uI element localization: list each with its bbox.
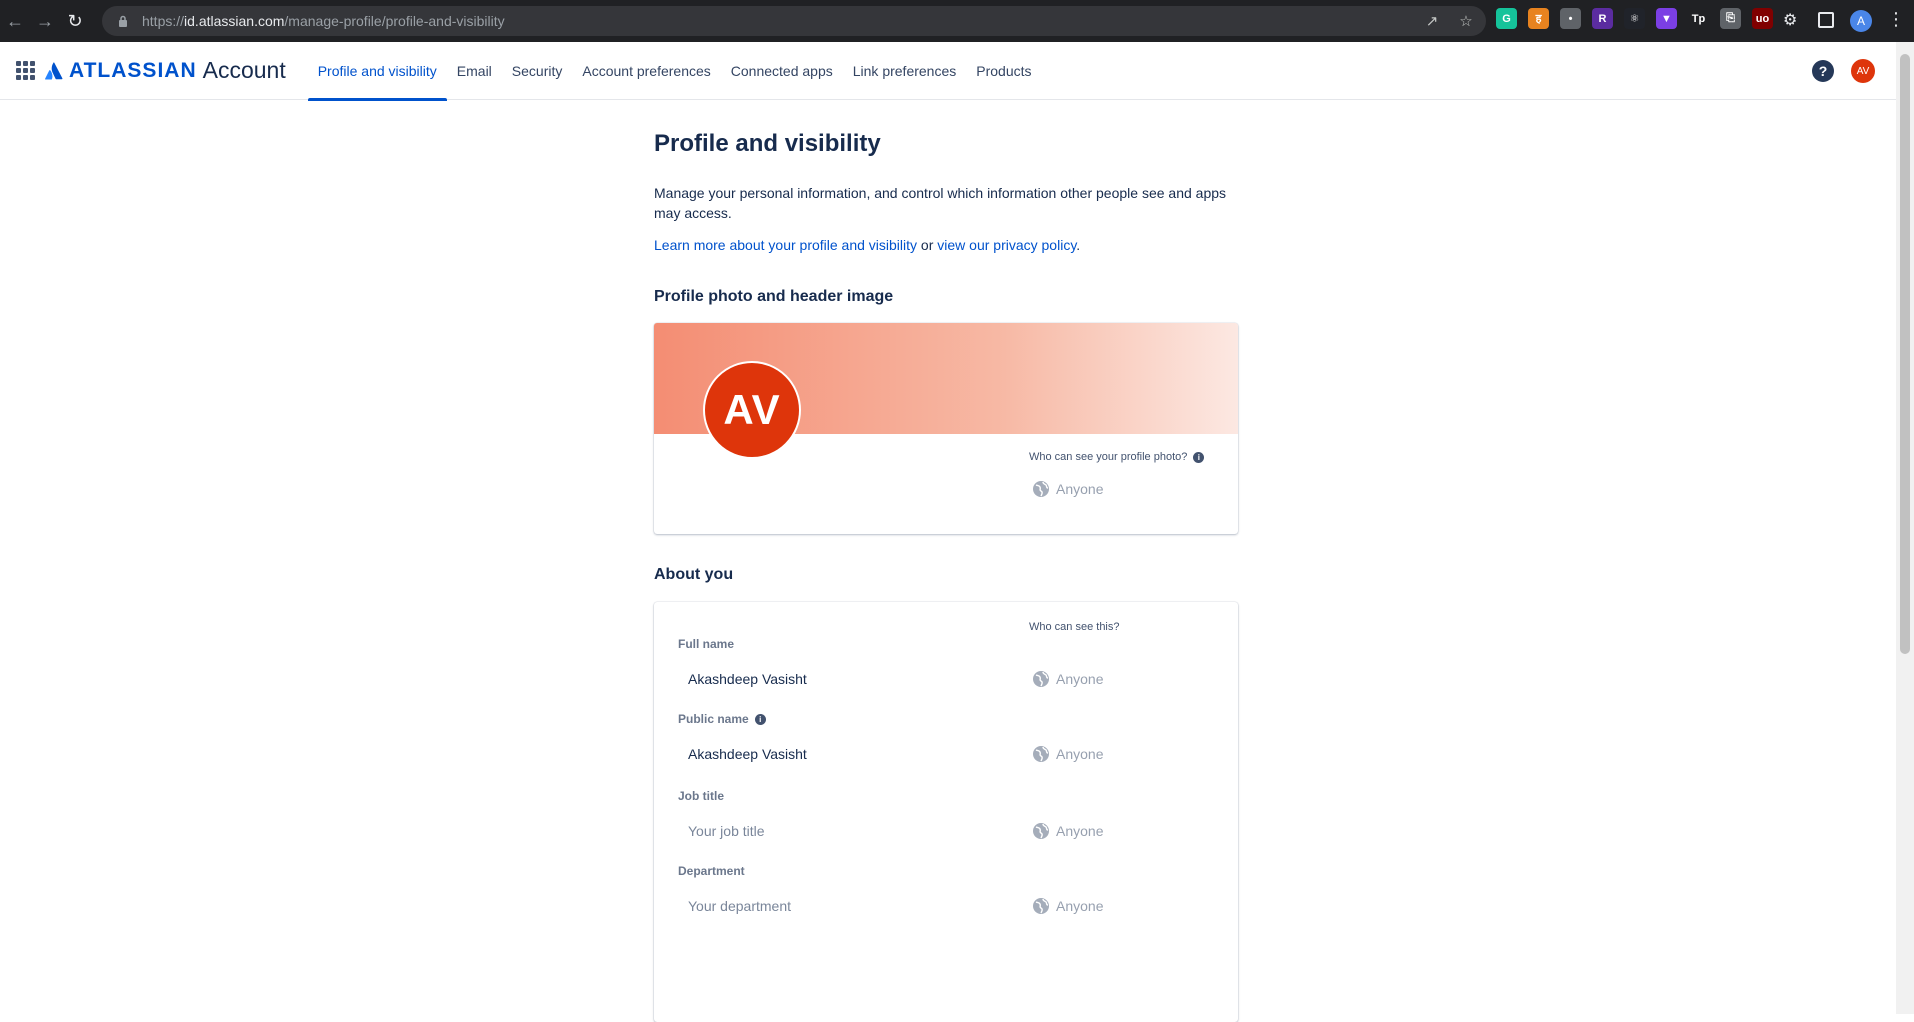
reload-icon[interactable]: ↻	[60, 0, 90, 42]
extensions-bar: G ह • R ⚛ ▼ Tp ⎘ uo	[1496, 8, 1773, 29]
tab-account-preferences[interactable]: Account preferences	[572, 42, 720, 100]
photo-visibility-value: Anyone	[1056, 481, 1104, 497]
brand-name: ATLASSIAN	[69, 58, 197, 82]
tab-connected-apps[interactable]: Connected apps	[721, 42, 843, 100]
tab-profile-and-visibility[interactable]: Profile and visibility	[307, 42, 447, 101]
info-icon[interactable]: i	[754, 713, 766, 725]
browser-profile-avatar[interactable]: A	[1850, 10, 1872, 32]
bookmark-star-icon[interactable]: ☆	[1456, 11, 1476, 31]
tab-email[interactable]: Email	[447, 42, 502, 100]
public-name-input[interactable]: Akashdeep Vasisht	[688, 746, 807, 762]
full-name-visibility-value: Anyone	[1056, 671, 1104, 687]
photo-visibility-label: Who can see your profile photo?	[1029, 451, 1188, 463]
product-name: Account	[202, 57, 286, 83]
main-tabs: Profile and visibility Email Security Accou…	[307, 42, 1042, 101]
department-label-text: Department	[678, 864, 745, 878]
globe-icon	[1033, 671, 1049, 687]
tab-security[interactable]: Security	[502, 42, 573, 100]
profile-photo-avatar[interactable]: AV	[703, 361, 801, 459]
user-avatar[interactable]: AV	[1851, 59, 1875, 83]
page-intro: Manage your personal information, and co…	[654, 185, 1227, 221]
info-icon[interactable]: i	[1193, 451, 1205, 463]
job-title-label: Job title	[678, 789, 724, 803]
app-switcher-icon[interactable]	[13, 59, 37, 83]
lock-icon	[116, 14, 130, 28]
page-title: Profile and visibility	[654, 130, 881, 157]
department-visibility-value: Anyone	[1056, 898, 1104, 914]
learn-more-text: Learn more about your profile and visibi…	[654, 237, 1080, 253]
purple-r-extension-icon[interactable]: R	[1592, 8, 1613, 29]
globe-icon	[1033, 898, 1049, 914]
public-name-label: Public name i	[678, 712, 766, 726]
job-title-visibility-value: Anyone	[1056, 823, 1104, 839]
app-header: ATLASSIAN Account Profile and visibility…	[0, 42, 1896, 101]
globe-icon	[1033, 746, 1049, 762]
atlassian-logo[interactable]: ATLASSIAN Account	[45, 57, 286, 84]
react-devtools-icon[interactable]: ⚛	[1624, 8, 1645, 29]
full-name-visibility-dropdown[interactable]: Anyone	[1032, 670, 1103, 688]
photo-visibility-dropdown[interactable]: Anyone	[1032, 480, 1103, 498]
full-name-label-text: Full name	[678, 637, 735, 651]
clipboard-extension-icon[interactable]: ⎘	[1720, 8, 1741, 29]
grammarly-extension-icon[interactable]: G	[1496, 8, 1517, 29]
gray-extension-icon[interactable]: •	[1560, 8, 1581, 29]
privacy-policy-link[interactable]: view our privacy policy	[937, 237, 1076, 253]
full-name-input[interactable]: Akashdeep Vasisht	[688, 671, 807, 687]
scrollbar-thumb[interactable]	[1900, 54, 1910, 654]
job-title-input[interactable]: Your job title	[688, 823, 765, 839]
atlassian-mark-icon	[45, 61, 63, 79]
job-title-label-text: Job title	[678, 789, 725, 803]
profile-photo-card: AV Who can see your profile photo? i Any…	[654, 323, 1238, 534]
tab-products[interactable]: Products	[966, 42, 1041, 100]
department-visibility-dropdown[interactable]: Anyone	[1032, 897, 1103, 915]
globe-icon	[1033, 823, 1049, 839]
ublock-origin-icon[interactable]: uo	[1752, 8, 1773, 29]
learn-or-text: or	[917, 237, 938, 253]
back-arrow-icon[interactable]: ←	[0, 0, 30, 42]
globe-icon	[1033, 481, 1049, 497]
page-scrollbar[interactable]	[1896, 42, 1914, 1014]
tab-link-preferences[interactable]: Link preferences	[843, 42, 967, 100]
forward-arrow-icon[interactable]: →	[30, 0, 60, 42]
orange-extension-icon[interactable]: ह	[1528, 8, 1549, 29]
who-can-see-header: Who can see this?	[1029, 621, 1120, 633]
tp-extension-icon[interactable]: Tp	[1688, 8, 1709, 29]
address-bar[interactable]: https://id.atlassian.com/manage-profile/…	[102, 6, 1486, 36]
public-name-visibility-dropdown[interactable]: Anyone	[1032, 745, 1103, 763]
side-panel-icon[interactable]	[1818, 12, 1834, 28]
learn-more-link[interactable]: Learn more about your profile and visibi…	[654, 237, 917, 253]
about-you-card: Who can see this? Full name Akashdeep Vas…	[654, 602, 1238, 1022]
department-label: Department	[678, 864, 745, 878]
about-section-title: About you	[654, 566, 734, 583]
help-icon[interactable]: ?	[1812, 60, 1834, 82]
job-title-visibility-dropdown[interactable]: Anyone	[1032, 822, 1103, 840]
extensions-puzzle-icon[interactable]: ⚙	[1783, 10, 1797, 30]
url-text: https://id.atlassian.com/manage-profile/…	[142, 13, 505, 29]
department-input[interactable]: Your department	[688, 898, 791, 914]
share-icon[interactable]: ↗	[1422, 11, 1442, 31]
browser-menu-icon[interactable]: ⋮	[1887, 9, 1905, 30]
photo-section-title: Profile photo and header image	[654, 288, 894, 305]
purple-shield-extension-icon[interactable]: ▼	[1656, 8, 1677, 29]
browser-toolbar: ← → ↻ https://id.atlassian.com/manage-pr…	[0, 0, 1914, 42]
public-name-label-text: Public name	[678, 712, 749, 726]
photo-visibility-question: Who can see your profile photo? i	[1029, 451, 1205, 463]
full-name-label: Full name	[678, 637, 734, 651]
learn-end-text: .	[1076, 237, 1081, 253]
public-name-visibility-value: Anyone	[1056, 746, 1104, 762]
